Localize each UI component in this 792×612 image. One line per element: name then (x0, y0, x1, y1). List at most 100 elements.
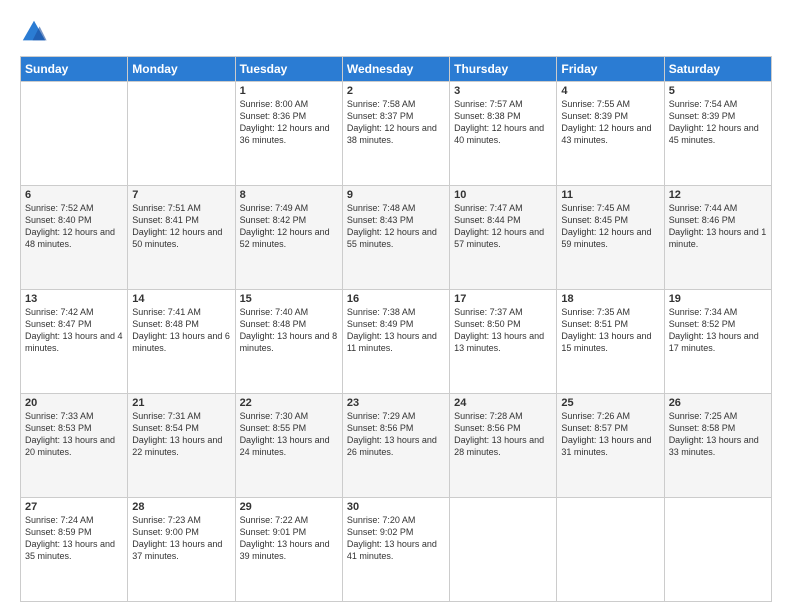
day-number: 20 (25, 397, 123, 409)
day-info: Sunrise: 7:49 AMSunset: 8:42 PMDaylight:… (240, 202, 338, 251)
day-info: Sunrise: 7:34 AMSunset: 8:52 PMDaylight:… (669, 306, 767, 355)
day-number: 16 (347, 293, 445, 305)
day-info: Sunrise: 7:51 AMSunset: 8:41 PMDaylight:… (132, 202, 230, 251)
day-number: 8 (240, 189, 338, 201)
calendar-cell: 24Sunrise: 7:28 AMSunset: 8:56 PMDayligh… (450, 394, 557, 498)
day-number: 30 (347, 501, 445, 513)
page: SundayMondayTuesdayWednesdayThursdayFrid… (0, 0, 792, 612)
calendar-cell: 21Sunrise: 7:31 AMSunset: 8:54 PMDayligh… (128, 394, 235, 498)
day-info: Sunrise: 7:42 AMSunset: 8:47 PMDaylight:… (25, 306, 123, 355)
day-number: 6 (25, 189, 123, 201)
calendar-cell: 25Sunrise: 7:26 AMSunset: 8:57 PMDayligh… (557, 394, 664, 498)
day-number: 1 (240, 85, 338, 97)
day-info: Sunrise: 7:31 AMSunset: 8:54 PMDaylight:… (132, 410, 230, 459)
day-info: Sunrise: 7:48 AMSunset: 8:43 PMDaylight:… (347, 202, 445, 251)
calendar-body: 1Sunrise: 8:00 AMSunset: 8:36 PMDaylight… (21, 82, 772, 602)
day-info: Sunrise: 7:57 AMSunset: 8:38 PMDaylight:… (454, 98, 552, 147)
day-header-sunday: Sunday (21, 57, 128, 82)
day-header-saturday: Saturday (664, 57, 771, 82)
calendar-cell: 5Sunrise: 7:54 AMSunset: 8:39 PMDaylight… (664, 82, 771, 186)
day-header-thursday: Thursday (450, 57, 557, 82)
calendar-cell: 1Sunrise: 8:00 AMSunset: 8:36 PMDaylight… (235, 82, 342, 186)
calendar-cell: 8Sunrise: 7:49 AMSunset: 8:42 PMDaylight… (235, 186, 342, 290)
day-info: Sunrise: 7:25 AMSunset: 8:58 PMDaylight:… (669, 410, 767, 459)
day-header-friday: Friday (557, 57, 664, 82)
day-number: 10 (454, 189, 552, 201)
calendar-cell: 26Sunrise: 7:25 AMSunset: 8:58 PMDayligh… (664, 394, 771, 498)
day-info: Sunrise: 7:22 AMSunset: 9:01 PMDaylight:… (240, 514, 338, 563)
day-number: 22 (240, 397, 338, 409)
calendar-cell (21, 82, 128, 186)
day-number: 9 (347, 189, 445, 201)
day-info: Sunrise: 7:29 AMSunset: 8:56 PMDaylight:… (347, 410, 445, 459)
day-info: Sunrise: 7:40 AMSunset: 8:48 PMDaylight:… (240, 306, 338, 355)
day-info: Sunrise: 7:30 AMSunset: 8:55 PMDaylight:… (240, 410, 338, 459)
day-info: Sunrise: 7:24 AMSunset: 8:59 PMDaylight:… (25, 514, 123, 563)
day-info: Sunrise: 7:54 AMSunset: 8:39 PMDaylight:… (669, 98, 767, 147)
day-info: Sunrise: 7:20 AMSunset: 9:02 PMDaylight:… (347, 514, 445, 563)
calendar-cell: 2Sunrise: 7:58 AMSunset: 8:37 PMDaylight… (342, 82, 449, 186)
day-number: 18 (561, 293, 659, 305)
calendar-cell: 29Sunrise: 7:22 AMSunset: 9:01 PMDayligh… (235, 498, 342, 602)
day-info: Sunrise: 7:37 AMSunset: 8:50 PMDaylight:… (454, 306, 552, 355)
calendar-cell: 13Sunrise: 7:42 AMSunset: 8:47 PMDayligh… (21, 290, 128, 394)
week-row-2: 6Sunrise: 7:52 AMSunset: 8:40 PMDaylight… (21, 186, 772, 290)
calendar-cell: 20Sunrise: 7:33 AMSunset: 8:53 PMDayligh… (21, 394, 128, 498)
day-number: 13 (25, 293, 123, 305)
calendar-cell: 6Sunrise: 7:52 AMSunset: 8:40 PMDaylight… (21, 186, 128, 290)
calendar-cell: 9Sunrise: 7:48 AMSunset: 8:43 PMDaylight… (342, 186, 449, 290)
day-number: 3 (454, 85, 552, 97)
day-info: Sunrise: 8:00 AMSunset: 8:36 PMDaylight:… (240, 98, 338, 147)
day-number: 27 (25, 501, 123, 513)
day-info: Sunrise: 7:38 AMSunset: 8:49 PMDaylight:… (347, 306, 445, 355)
calendar-cell: 19Sunrise: 7:34 AMSunset: 8:52 PMDayligh… (664, 290, 771, 394)
calendar-cell (664, 498, 771, 602)
calendar-cell: 15Sunrise: 7:40 AMSunset: 8:48 PMDayligh… (235, 290, 342, 394)
day-info: Sunrise: 7:33 AMSunset: 8:53 PMDaylight:… (25, 410, 123, 459)
day-number: 11 (561, 189, 659, 201)
calendar-cell: 28Sunrise: 7:23 AMSunset: 9:00 PMDayligh… (128, 498, 235, 602)
header (20, 18, 772, 46)
calendar-cell (450, 498, 557, 602)
day-header-tuesday: Tuesday (235, 57, 342, 82)
day-number: 21 (132, 397, 230, 409)
day-number: 7 (132, 189, 230, 201)
calendar-cell: 11Sunrise: 7:45 AMSunset: 8:45 PMDayligh… (557, 186, 664, 290)
calendar-cell: 23Sunrise: 7:29 AMSunset: 8:56 PMDayligh… (342, 394, 449, 498)
day-number: 14 (132, 293, 230, 305)
day-info: Sunrise: 7:45 AMSunset: 8:45 PMDaylight:… (561, 202, 659, 251)
day-header-wednesday: Wednesday (342, 57, 449, 82)
day-info: Sunrise: 7:52 AMSunset: 8:40 PMDaylight:… (25, 202, 123, 251)
day-info: Sunrise: 7:47 AMSunset: 8:44 PMDaylight:… (454, 202, 552, 251)
day-number: 12 (669, 189, 767, 201)
calendar-cell: 17Sunrise: 7:37 AMSunset: 8:50 PMDayligh… (450, 290, 557, 394)
calendar-cell: 18Sunrise: 7:35 AMSunset: 8:51 PMDayligh… (557, 290, 664, 394)
day-number: 24 (454, 397, 552, 409)
calendar-cell: 30Sunrise: 7:20 AMSunset: 9:02 PMDayligh… (342, 498, 449, 602)
day-info: Sunrise: 7:58 AMSunset: 8:37 PMDaylight:… (347, 98, 445, 147)
calendar-table: SundayMondayTuesdayWednesdayThursdayFrid… (20, 56, 772, 602)
day-info: Sunrise: 7:26 AMSunset: 8:57 PMDaylight:… (561, 410, 659, 459)
day-number: 23 (347, 397, 445, 409)
day-number: 17 (454, 293, 552, 305)
day-number: 28 (132, 501, 230, 513)
day-number: 26 (669, 397, 767, 409)
day-info: Sunrise: 7:44 AMSunset: 8:46 PMDaylight:… (669, 202, 767, 251)
week-row-4: 20Sunrise: 7:33 AMSunset: 8:53 PMDayligh… (21, 394, 772, 498)
logo-icon (20, 18, 48, 46)
calendar-cell: 27Sunrise: 7:24 AMSunset: 8:59 PMDayligh… (21, 498, 128, 602)
day-number: 29 (240, 501, 338, 513)
calendar-cell (557, 498, 664, 602)
calendar-cell: 22Sunrise: 7:30 AMSunset: 8:55 PMDayligh… (235, 394, 342, 498)
logo (20, 18, 52, 46)
calendar-cell: 12Sunrise: 7:44 AMSunset: 8:46 PMDayligh… (664, 186, 771, 290)
calendar-cell: 7Sunrise: 7:51 AMSunset: 8:41 PMDaylight… (128, 186, 235, 290)
day-info: Sunrise: 7:41 AMSunset: 8:48 PMDaylight:… (132, 306, 230, 355)
calendar-header: SundayMondayTuesdayWednesdayThursdayFrid… (21, 57, 772, 82)
calendar-cell: 16Sunrise: 7:38 AMSunset: 8:49 PMDayligh… (342, 290, 449, 394)
header-row: SundayMondayTuesdayWednesdayThursdayFrid… (21, 57, 772, 82)
week-row-1: 1Sunrise: 8:00 AMSunset: 8:36 PMDaylight… (21, 82, 772, 186)
day-number: 25 (561, 397, 659, 409)
day-number: 2 (347, 85, 445, 97)
calendar-cell: 3Sunrise: 7:57 AMSunset: 8:38 PMDaylight… (450, 82, 557, 186)
